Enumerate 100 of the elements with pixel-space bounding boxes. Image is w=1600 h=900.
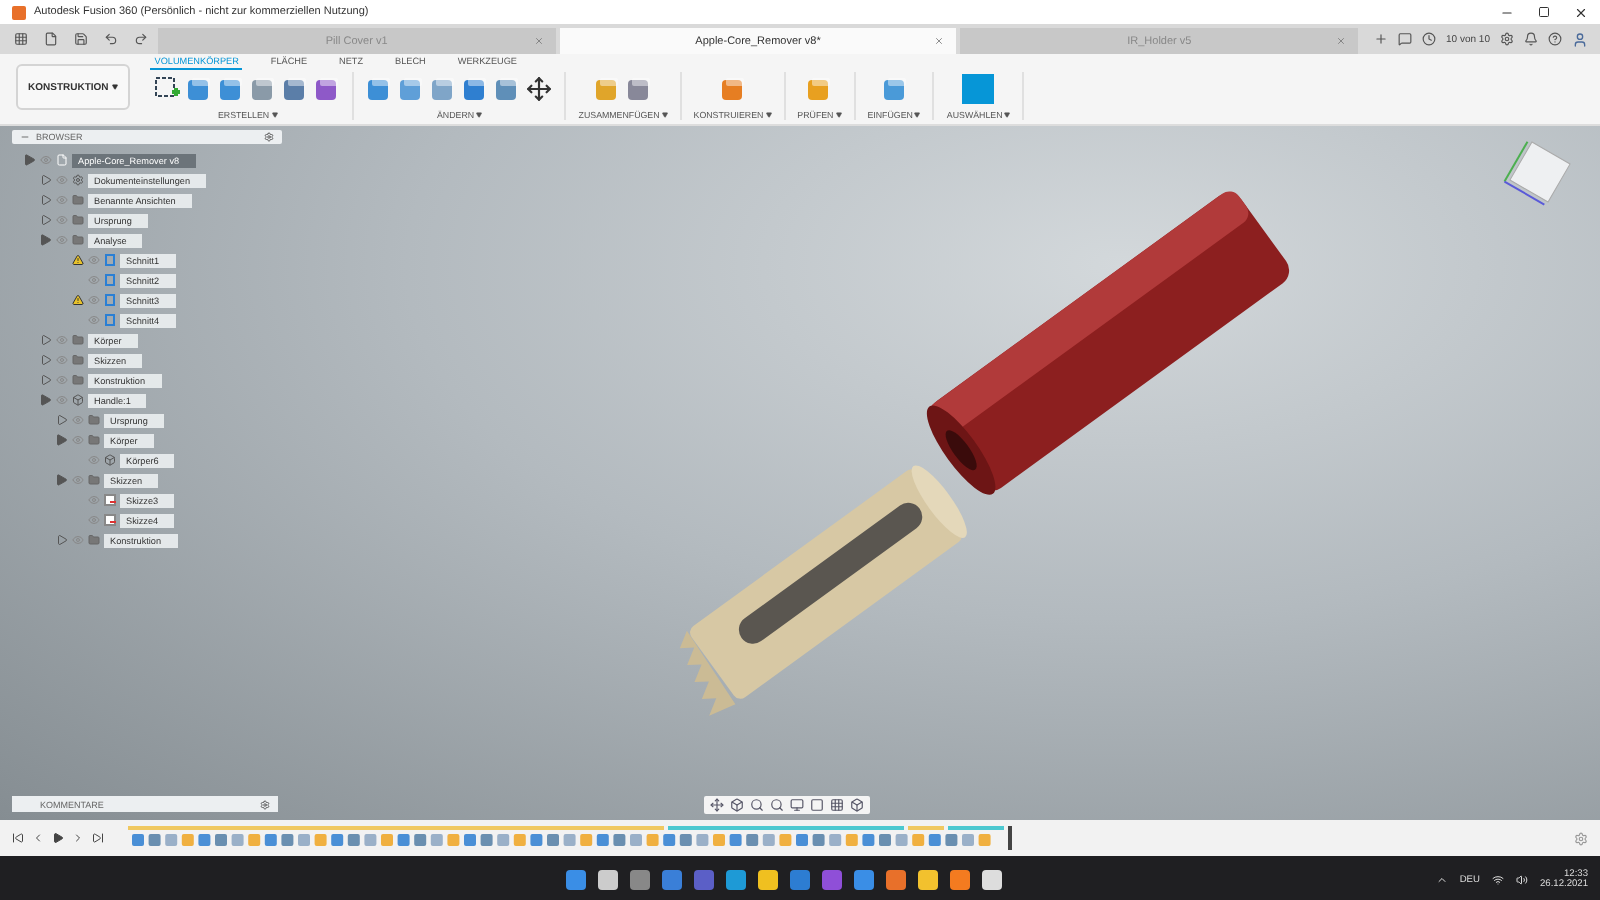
save-icon bbox=[74, 32, 88, 46]
cube-icon bbox=[850, 798, 864, 812]
bell-icon[interactable] bbox=[1523, 32, 1538, 46]
nav-tool-button[interactable] bbox=[850, 798, 864, 812]
solid-tool-icon[interactable] bbox=[881, 76, 908, 102]
settings-icon[interactable] bbox=[1499, 32, 1514, 46]
first-step-button[interactable] bbox=[12, 832, 24, 844]
last-step-button[interactable] bbox=[92, 832, 104, 844]
app-logo-icon bbox=[12, 5, 26, 19]
move-icon[interactable] bbox=[526, 76, 553, 102]
play-icon bbox=[52, 832, 64, 844]
next-step-button[interactable] bbox=[72, 832, 84, 844]
volume-icon[interactable] bbox=[1515, 874, 1528, 886]
solid-tool-icon[interactable] bbox=[314, 76, 341, 102]
folder-icon bbox=[88, 434, 100, 446]
solid-tool-icon[interactable] bbox=[719, 76, 746, 102]
expand-toggle[interactable] bbox=[40, 214, 52, 226]
expand-toggle[interactable] bbox=[56, 534, 68, 546]
collapse-icon[interactable] bbox=[20, 132, 30, 142]
expand-toggle[interactable] bbox=[40, 334, 52, 346]
taskbar-app-icon[interactable] bbox=[597, 870, 618, 890]
collapse-toggle[interactable] bbox=[24, 154, 36, 166]
grid-icon bbox=[14, 32, 28, 46]
help-icon[interactable] bbox=[1547, 32, 1562, 46]
solid-tool-icon[interactable] bbox=[594, 76, 621, 102]
taskbar-app-icon[interactable] bbox=[949, 870, 970, 890]
solid-tool-icon[interactable] bbox=[430, 76, 457, 102]
wifi-icon[interactable] bbox=[1491, 874, 1504, 886]
expand-toggle[interactable] bbox=[40, 174, 52, 186]
collapse-toggle[interactable] bbox=[40, 394, 52, 406]
caret-icon bbox=[661, 112, 668, 118]
zoom-icon bbox=[750, 798, 764, 812]
folder-icon bbox=[88, 414, 100, 426]
nav-tool-button[interactable] bbox=[830, 798, 844, 812]
solid-tool-icon[interactable] bbox=[806, 76, 833, 102]
maximize-icon[interactable] bbox=[1538, 6, 1550, 18]
collapse-toggle[interactable] bbox=[56, 434, 68, 446]
sketch-icon bbox=[104, 494, 116, 506]
add-tab-icon[interactable] bbox=[1374, 32, 1389, 46]
taskbar-app-icon[interactable] bbox=[725, 870, 746, 890]
solid-tool-icon[interactable] bbox=[398, 76, 425, 102]
settings-icon[interactable] bbox=[260, 799, 270, 809]
message-icon[interactable] bbox=[1398, 32, 1413, 46]
folder-icon bbox=[72, 234, 84, 246]
caret-icon bbox=[56, 474, 68, 486]
tray-expand-icon[interactable] bbox=[1435, 874, 1448, 886]
box-icon bbox=[104, 454, 116, 466]
undo-icon bbox=[104, 32, 118, 46]
display-icon bbox=[790, 798, 804, 812]
select-tool-icon[interactable] bbox=[962, 74, 995, 104]
solid-tool-icon[interactable] bbox=[282, 76, 309, 102]
taskbar-app-icon[interactable] bbox=[757, 870, 778, 890]
settings-icon[interactable] bbox=[1574, 831, 1588, 845]
skip-forward-icon bbox=[92, 832, 104, 844]
expand-toggle[interactable] bbox=[40, 194, 52, 206]
caret-icon bbox=[271, 112, 278, 118]
taskbar-app-icon[interactable] bbox=[981, 870, 1002, 890]
nav-tool-button[interactable] bbox=[710, 798, 724, 812]
nav-tool-button[interactable] bbox=[750, 798, 764, 812]
grid-icon bbox=[830, 798, 844, 812]
expand-toggle[interactable] bbox=[56, 414, 68, 426]
timeline-features-drawing[interactable] bbox=[128, 826, 1018, 850]
play-button[interactable] bbox=[52, 832, 64, 844]
sketch-icon[interactable] bbox=[154, 76, 181, 102]
previous-step-button[interactable] bbox=[32, 832, 44, 844]
view-cube[interactable] bbox=[1503, 140, 1571, 206]
caret-icon bbox=[1004, 112, 1011, 118]
solid-tool-icon[interactable] bbox=[250, 76, 277, 102]
caret-icon bbox=[56, 534, 68, 546]
folder-icon bbox=[72, 214, 84, 226]
taskbar-app-icon[interactable] bbox=[917, 870, 938, 890]
caret-icon bbox=[476, 112, 483, 118]
gear-icon bbox=[72, 174, 84, 186]
expand-toggle[interactable] bbox=[40, 354, 52, 366]
taskbar-app-icon[interactable] bbox=[565, 870, 586, 890]
taskbar-app-icon[interactable] bbox=[885, 870, 906, 890]
box-icon bbox=[72, 394, 84, 406]
close-icon[interactable] bbox=[1574, 5, 1588, 19]
avatar-icon[interactable] bbox=[1571, 31, 1588, 47]
collapse-toggle[interactable] bbox=[56, 474, 68, 486]
expand-toggle[interactable] bbox=[40, 374, 52, 386]
folder-icon bbox=[72, 374, 84, 386]
solid-tool-icon[interactable] bbox=[366, 76, 393, 102]
taskbar-app-icon[interactable] bbox=[853, 870, 874, 890]
solid-tool-icon[interactable] bbox=[462, 76, 489, 102]
nav-tool-button[interactable] bbox=[770, 798, 784, 812]
folder-icon bbox=[72, 334, 84, 346]
settings-icon[interactable] bbox=[264, 132, 274, 142]
nav-tool-button[interactable] bbox=[790, 798, 804, 812]
caret-icon bbox=[835, 112, 842, 118]
nav-tool-button[interactable] bbox=[730, 798, 744, 812]
folder-icon bbox=[88, 534, 100, 546]
collapse-toggle[interactable] bbox=[40, 234, 52, 246]
sketch-icon bbox=[104, 514, 116, 526]
solid-tool-icon[interactable] bbox=[218, 76, 245, 102]
folder-icon bbox=[72, 194, 84, 206]
solid-tool-icon[interactable] bbox=[626, 76, 653, 102]
clock-icon[interactable] bbox=[1422, 32, 1437, 46]
caret-icon bbox=[765, 112, 772, 118]
nav-tool-button[interactable] bbox=[810, 798, 824, 812]
